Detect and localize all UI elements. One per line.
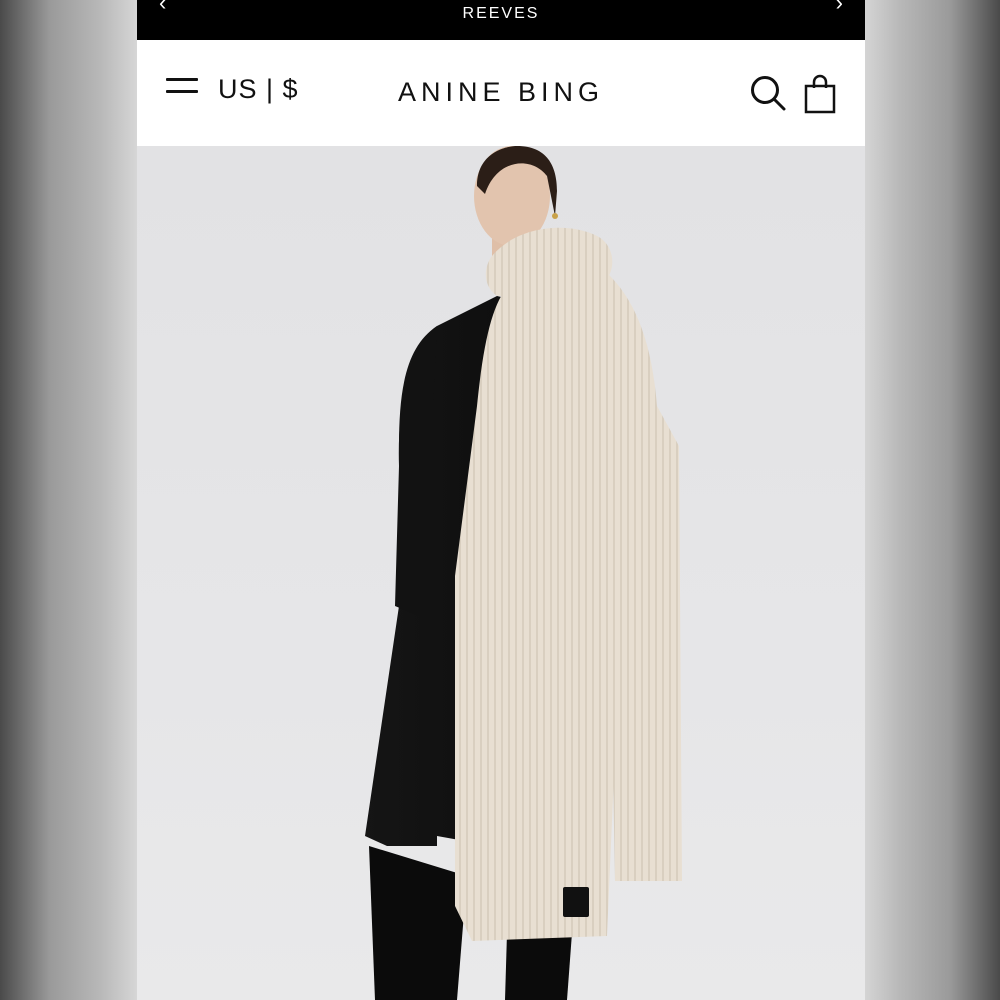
promo-bar: ‹ REEVES › — [137, 0, 865, 40]
model-photo — [365, 146, 682, 1000]
hero-product-image[interactable] — [137, 146, 865, 1000]
promo-text[interactable]: REEVES — [137, 5, 865, 23]
app-frame: ‹ REEVES › US | $ ANINE BING — [137, 0, 865, 1000]
chevron-right-icon[interactable]: › — [836, 0, 843, 16]
search-icon[interactable] — [749, 74, 787, 112]
site-header: US | $ ANINE BING — [137, 40, 865, 146]
shopping-bag-icon[interactable] — [803, 74, 837, 114]
